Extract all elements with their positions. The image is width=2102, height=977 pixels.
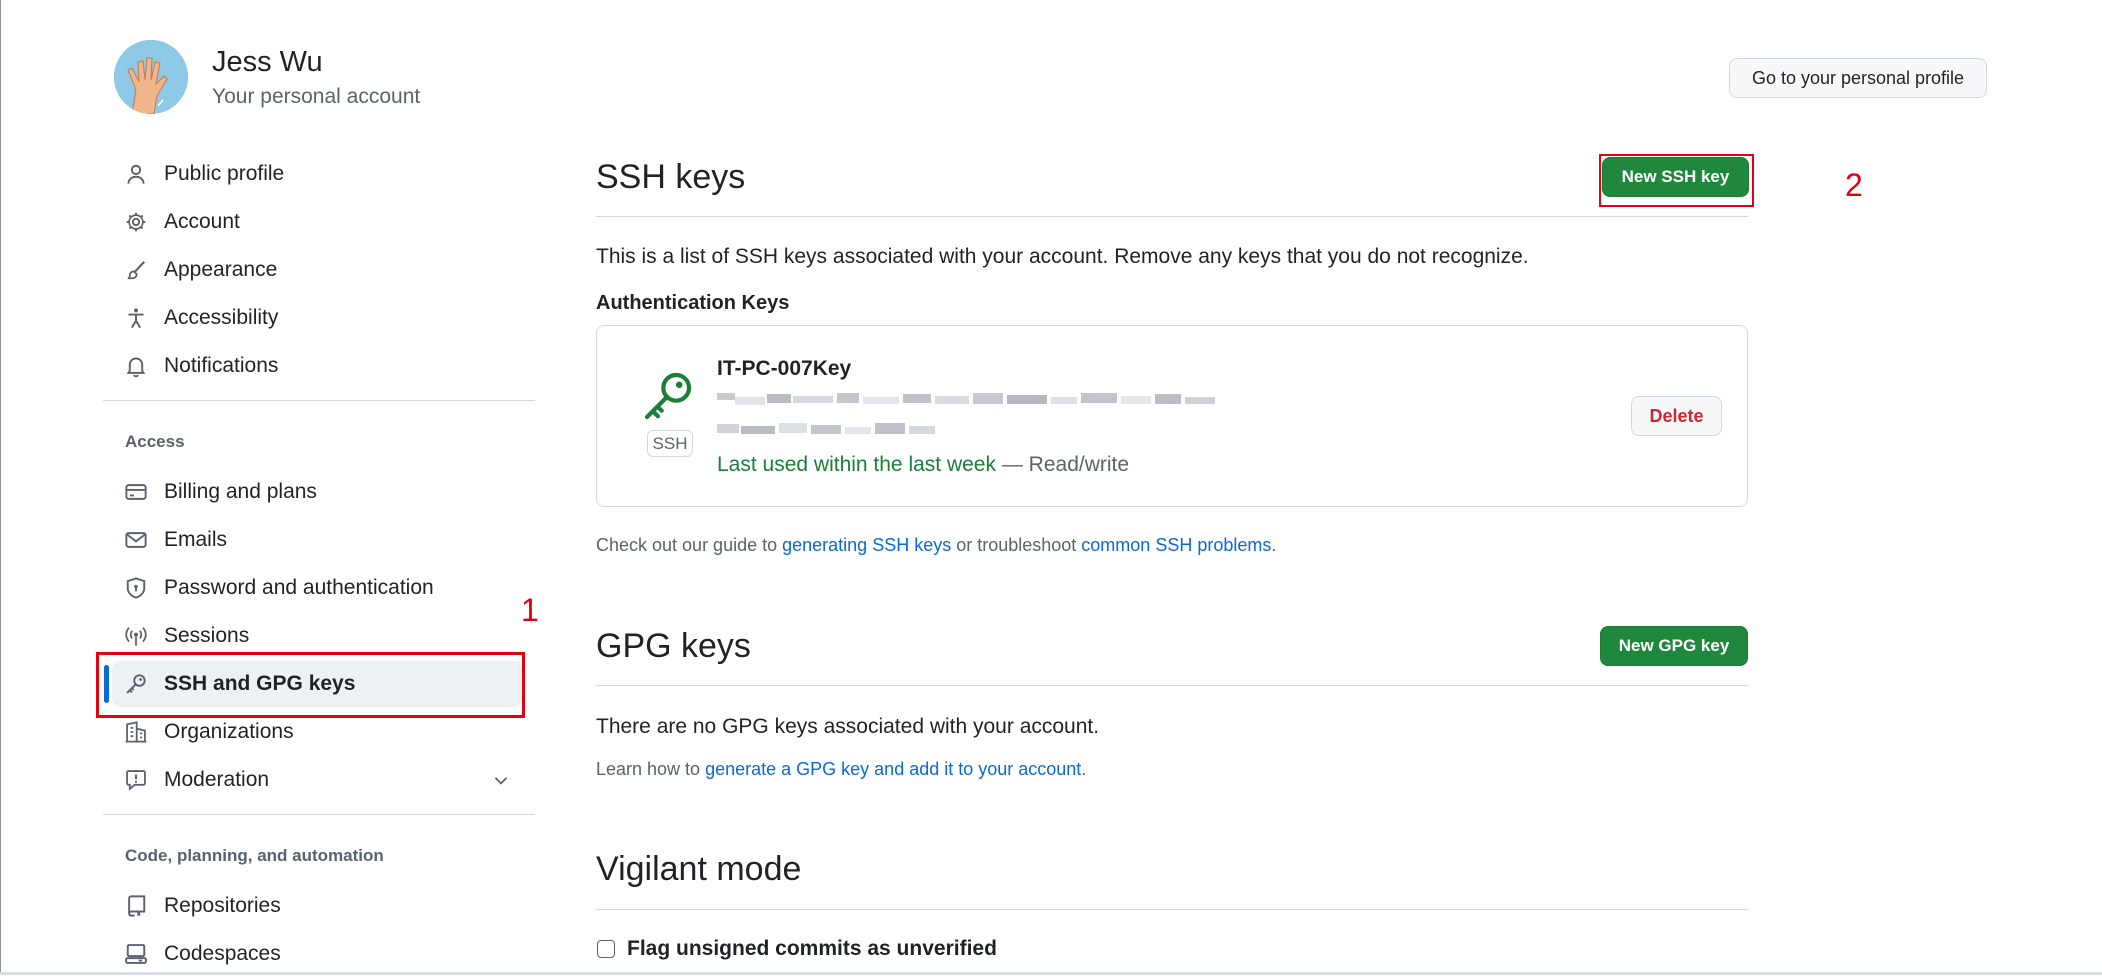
ssh-key-fingerprint-redacted — [717, 393, 1217, 407]
ssh-description: This is a list of SSH keys associated wi… — [596, 245, 1529, 268]
guide-suffix: . — [1271, 535, 1277, 555]
generate-gpg-key-link[interactable]: generate a GPG key and add it to your ac… — [705, 759, 1081, 779]
sidebar-item-label: Accessibility — [164, 306, 279, 329]
broadcast-icon — [125, 627, 147, 646]
new-gpg-key-button[interactable]: New GPG key — [1600, 626, 1748, 666]
sidebar-item-emails[interactable]: Emails — [112, 517, 522, 563]
user-name: Jess Wu — [212, 46, 323, 78]
sidebar-section-access: Access — [125, 432, 185, 451]
ssh-badge: SSH — [647, 430, 693, 457]
guide-prefix: Check out our guide to — [596, 535, 783, 555]
sidebar-item-label: Organizations — [164, 720, 294, 743]
account-type-label: Your personal account — [212, 85, 421, 108]
chevron-down-icon[interactable] — [492, 771, 510, 789]
ssh-key-name: IT-PC-007Key — [717, 357, 852, 380]
vigilant-mode-heading: Vigilant mode — [596, 850, 802, 888]
last-used-text: Last used within the last week — [717, 453, 996, 476]
ssh-key-card — [596, 325, 1748, 507]
sidebar-item-label: Moderation — [164, 768, 270, 791]
sidebar-item-notifications[interactable]: Notifications — [112, 343, 522, 389]
report-icon — [126, 770, 146, 791]
redacted-pixelation — [717, 423, 935, 434]
sidebar-item-label: Appearance — [164, 258, 278, 281]
gpg-keys-heading: GPG keys — [596, 627, 751, 665]
learn-prefix: Learn how to — [596, 759, 706, 779]
key-icon — [644, 372, 692, 420]
sidebar-item-accessibility[interactable]: Accessibility — [112, 295, 522, 341]
credit-card-icon — [125, 484, 147, 500]
sidebar-item-label: Billing and plans — [164, 480, 317, 503]
ssh-key-fingerprint-redacted — [717, 423, 937, 437]
learn-suffix: . — [1081, 759, 1087, 779]
redacted-pixelation — [717, 393, 1215, 405]
bell-icon — [126, 357, 146, 377]
ssh-guide-text: Check out our guide to generating SSH ke… — [596, 535, 1276, 556]
gpg-empty-text: There are no GPG keys associated with yo… — [596, 715, 1100, 738]
sidebar-item-label: Public profile — [164, 162, 285, 185]
delete-ssh-key-button[interactable]: Delete — [1631, 396, 1722, 436]
sidebar-item-label: Emails — [164, 528, 228, 551]
sidebar-item-moderation[interactable]: Moderation — [112, 757, 522, 803]
section-divider — [596, 909, 1748, 910]
authentication-keys-heading: Authentication Keys — [596, 292, 790, 314]
new-ssh-key-button[interactable]: New SSH key — [1602, 157, 1749, 197]
sidebar-item-label: Codespaces — [164, 942, 281, 965]
flag-unsigned-commits-checkbox[interactable] — [597, 940, 615, 958]
sidebar-item-codespaces[interactable]: Codespaces — [112, 931, 522, 977]
section-divider — [596, 685, 1748, 686]
avatar[interactable] — [114, 40, 188, 114]
shield-lock-icon — [126, 577, 146, 599]
annotation-box-1 — [96, 652, 525, 718]
paintbrush-icon — [127, 261, 146, 280]
sidebar-item-label: Password and authentication — [164, 576, 434, 599]
mail-icon — [125, 532, 147, 548]
sidebar-item-public-profile[interactable]: Public profile — [112, 151, 522, 197]
sidebar-item-appearance[interactable]: Appearance — [112, 247, 522, 293]
annotation-number-1: 1 — [521, 592, 539, 628]
sidebar-item-label: Sessions — [164, 624, 250, 647]
section-divider — [596, 216, 1748, 217]
accessibility-icon — [128, 308, 144, 329]
gpg-learn-text: Learn how to generate a GPG key and add … — [596, 759, 1086, 780]
ssh-keys-heading: SSH keys — [596, 158, 746, 196]
sidebar-section-code: Code, planning, and automation — [125, 846, 384, 865]
flag-unsigned-commits-label[interactable]: Flag unsigned commits as unverified — [627, 937, 997, 961]
annotation-number-2: 2 — [1845, 167, 1863, 203]
sidebar-item-password-authentication[interactable]: Password and authentication — [112, 565, 522, 611]
ssh-key-last-used: Last used within the last week — Read/wr… — [717, 453, 1129, 477]
codespaces-icon — [125, 944, 147, 964]
sidebar-item-label: Notifications — [164, 354, 279, 377]
access-level-text: — Read/write — [1001, 453, 1130, 476]
organization-icon — [125, 721, 147, 743]
waving-hand-icon — [114, 40, 188, 114]
person-icon — [127, 164, 145, 184]
go-to-profile-button[interactable]: Go to your personal profile — [1729, 58, 1987, 98]
sidebar-divider — [103, 814, 535, 815]
sidebar-divider — [103, 400, 535, 401]
sidebar-item-billing[interactable]: Billing and plans — [112, 469, 522, 515]
window-edge — [0, 0, 1, 975]
repo-icon — [128, 895, 146, 917]
common-ssh-problems-link[interactable]: common SSH problems — [1081, 535, 1271, 555]
guide-middle: or troubleshoot — [951, 535, 1082, 555]
sidebar-item-label: Account — [164, 210, 240, 233]
sidebar-item-label: Repositories — [164, 894, 281, 917]
sidebar-item-account[interactable]: Account — [112, 199, 522, 245]
generating-ssh-keys-link[interactable]: generating SSH keys — [782, 535, 951, 555]
gear-icon — [126, 212, 146, 232]
sidebar-item-repositories[interactable]: Repositories — [112, 883, 522, 929]
